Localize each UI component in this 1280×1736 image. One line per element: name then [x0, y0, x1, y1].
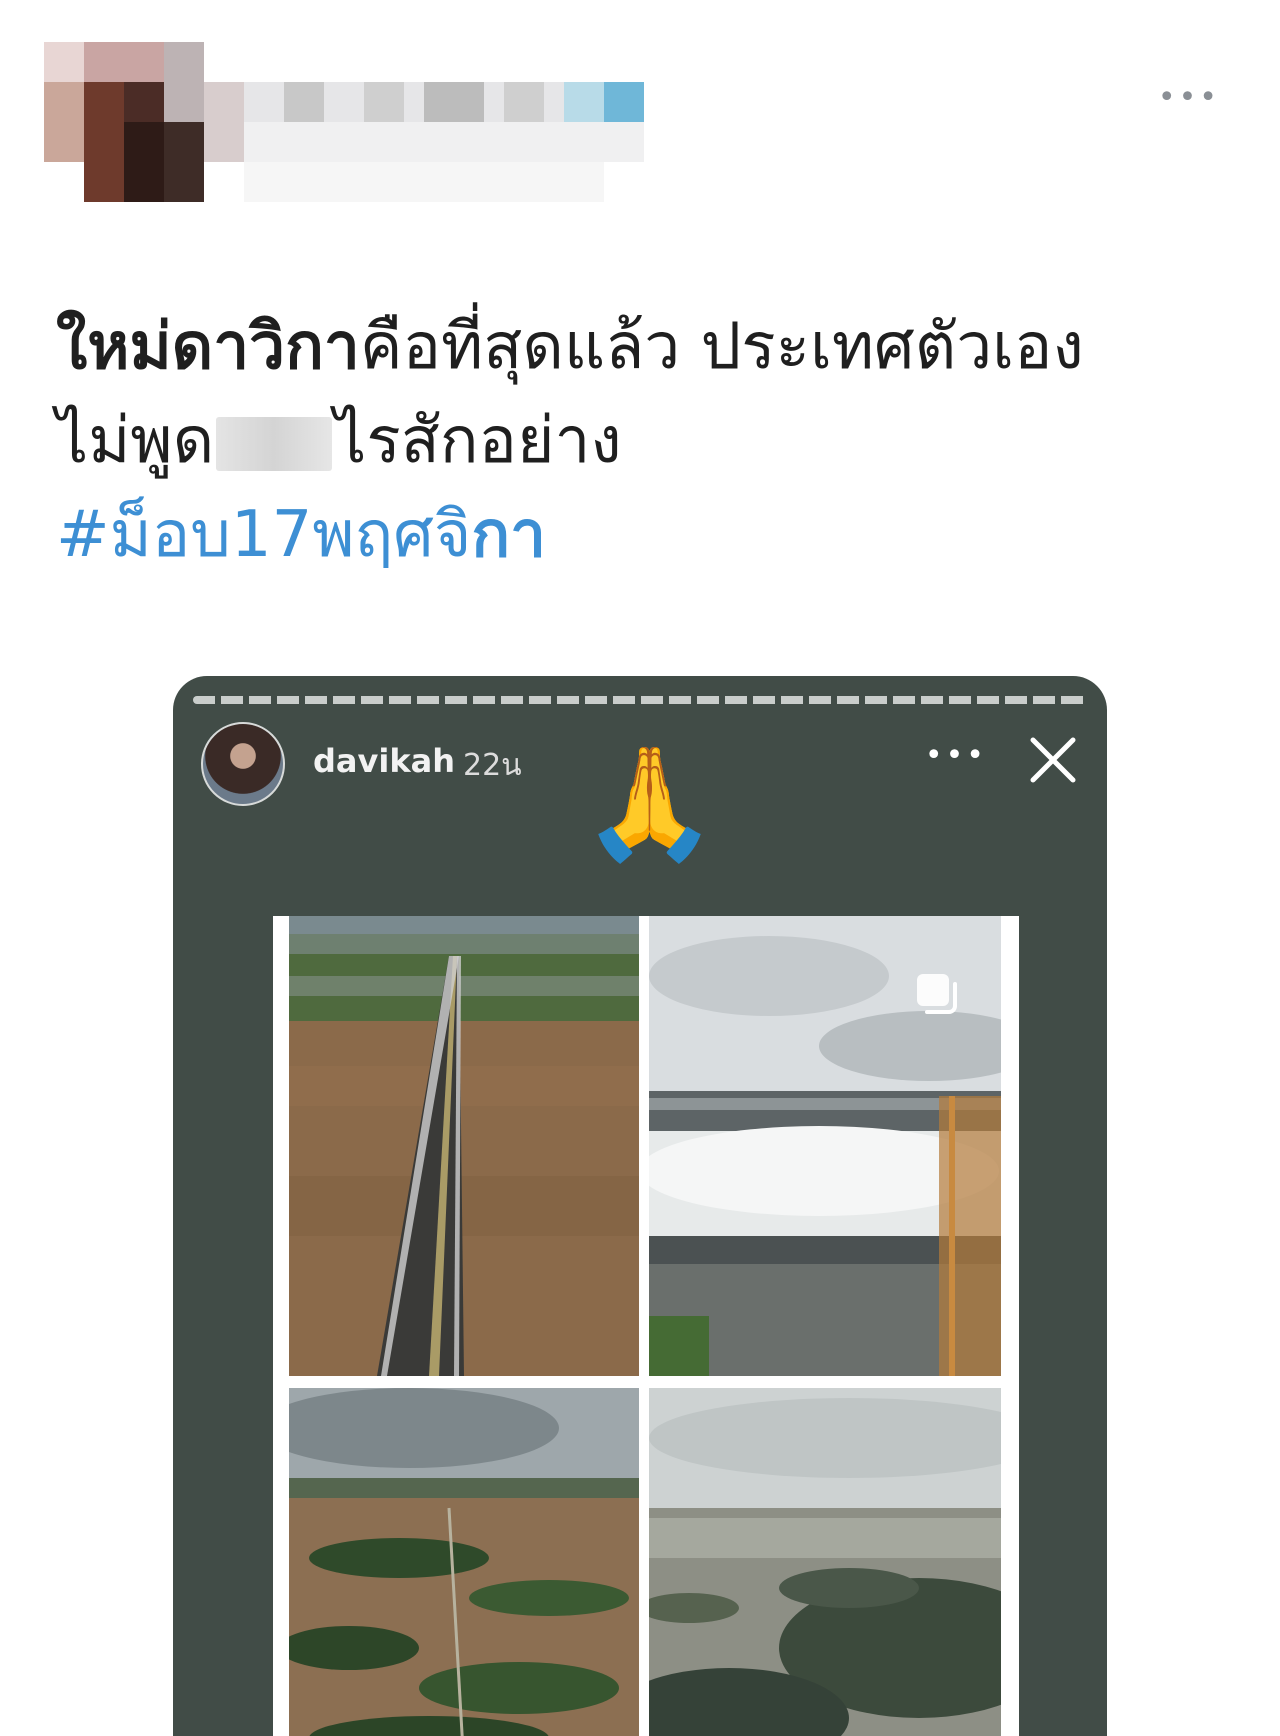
tweet-line-2: ไม่พูด ไรสักอย่าง: [56, 394, 1236, 488]
praying-hands-icon: 🙏: [581, 739, 718, 867]
story-avatar[interactable]: [201, 722, 285, 806]
photo-grid: [273, 916, 1019, 1736]
tweet-text: ใหม่ดาวิกาคือที่สุดแล้ว ประเทศตัวเอง ไม่…: [56, 300, 1236, 582]
tweet-line-2-end: ไรสักอย่าง: [334, 404, 622, 478]
censored-word: [216, 417, 333, 472]
story-timestamp: 22น: [463, 748, 522, 783]
story-screenshot[interactable]: davikah 22น ••• 🙏: [173, 676, 1107, 1736]
tweet-card: ••• ใหม่ดาวิกาคือที่สุดแล้ว ประเทศตัวเอง…: [0, 0, 1280, 1736]
photo-flooded-fields[interactable]: [289, 1388, 639, 1736]
photo-flooded-bridge[interactable]: [289, 916, 639, 1376]
close-icon[interactable]: [1023, 730, 1083, 790]
story-username[interactable]: davikah: [313, 742, 455, 780]
tweet-bold-name: ใหม่ดาวิกา: [56, 310, 360, 384]
tweet-line-1: ใหม่ดาวิกาคือที่สุดแล้ว ประเทศตัวเอง: [56, 300, 1236, 394]
story-more-icon[interactable]: •••: [925, 738, 987, 773]
tweet-line-1-rest: คือที่สุดแล้ว ประเทศตัวเอง: [359, 310, 1084, 384]
hashtag-tail: กา: [471, 498, 547, 572]
story-progress-bar: [193, 696, 1087, 704]
censored-profile-header: [44, 42, 644, 212]
photo-flooded-town[interactable]: [649, 1388, 1001, 1736]
more-options-icon[interactable]: •••: [1158, 80, 1220, 115]
tweet-line-2-start: ไม่พูด: [56, 404, 215, 478]
hashtag-main: #ม็อบ17พฤศจิ: [56, 498, 472, 572]
photo-dam-spillway[interactable]: [649, 916, 1001, 1376]
multiple-images-icon: [917, 974, 957, 1014]
hashtag-link[interactable]: #ม็อบ17พฤศจิกา: [56, 488, 1236, 582]
